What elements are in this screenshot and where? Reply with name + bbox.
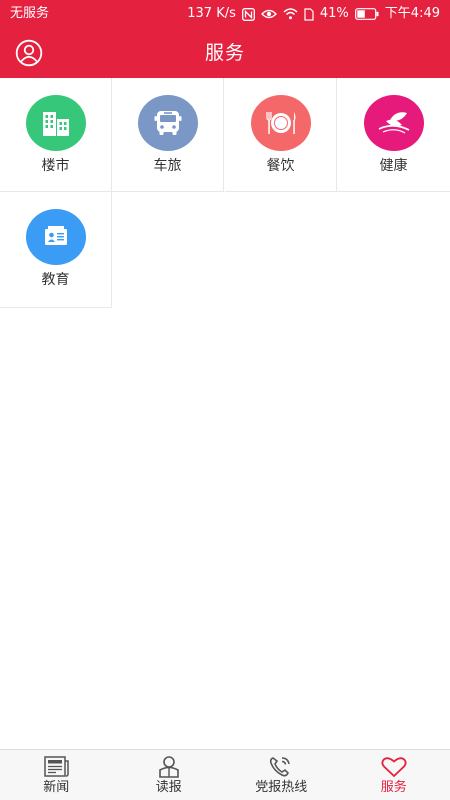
buildings-icon (25, 95, 86, 151)
service-label: 教育 (41, 272, 70, 288)
heart-icon (380, 755, 408, 779)
tab-label: 服务 (380, 780, 407, 795)
tab-hotline[interactable]: 党报热线 (225, 750, 338, 800)
plate-cutlery-icon (250, 95, 311, 151)
service-label: 车旅 (153, 158, 182, 174)
status-indicators: 137 K/s 41% 下午4:49 (187, 5, 440, 23)
service-label: 楼市 (41, 158, 70, 174)
tab-label: 读报 (155, 780, 182, 795)
service-label: 健康 (379, 158, 408, 174)
tab-label: 党报热线 (255, 780, 308, 795)
leaf-icon (363, 95, 424, 151)
nfc-icon (241, 7, 255, 21)
phone-call-icon (267, 755, 295, 779)
tab-news[interactable]: 新闻 (0, 750, 113, 800)
clock: 下午4:49 (384, 6, 440, 21)
service-item-health[interactable]: 健康 (337, 78, 450, 192)
tab-read-paper[interactable]: 读报 (113, 750, 226, 800)
newspaper-icon (42, 755, 70, 779)
service-label: 餐饮 (266, 158, 295, 174)
sim-icon (304, 7, 314, 21)
status-bar: 无服务 137 K/s 41% 下午4:49 (0, 0, 450, 28)
tab-label: 新闻 (43, 780, 70, 795)
app-header: 无服务 137 K/s 41% 下午4:49 服务 (0, 0, 450, 78)
bottom-tab-bar: 新闻 读报 党报热线 服务 (0, 749, 450, 800)
service-item-dining[interactable]: 餐饮 (225, 78, 337, 192)
tab-service[interactable]: 服务 (338, 750, 450, 800)
network-speed: 137 K/s (187, 6, 236, 21)
eye-icon (260, 8, 277, 20)
reader-icon (155, 755, 183, 779)
service-item-travel[interactable]: 车旅 (112, 78, 224, 192)
battery-icon (354, 8, 379, 20)
page-title: 服务 (204, 42, 245, 64)
student-card-icon (25, 209, 86, 265)
service-item-education[interactable]: 教育 (0, 192, 112, 308)
title-bar: 服务 (0, 28, 450, 78)
bus-icon (137, 95, 198, 151)
carrier-text: 无服务 (10, 6, 50, 21)
wifi-icon (283, 8, 298, 20)
battery-percent: 41% (319, 6, 349, 21)
service-item-property[interactable]: 楼市 (0, 78, 112, 192)
